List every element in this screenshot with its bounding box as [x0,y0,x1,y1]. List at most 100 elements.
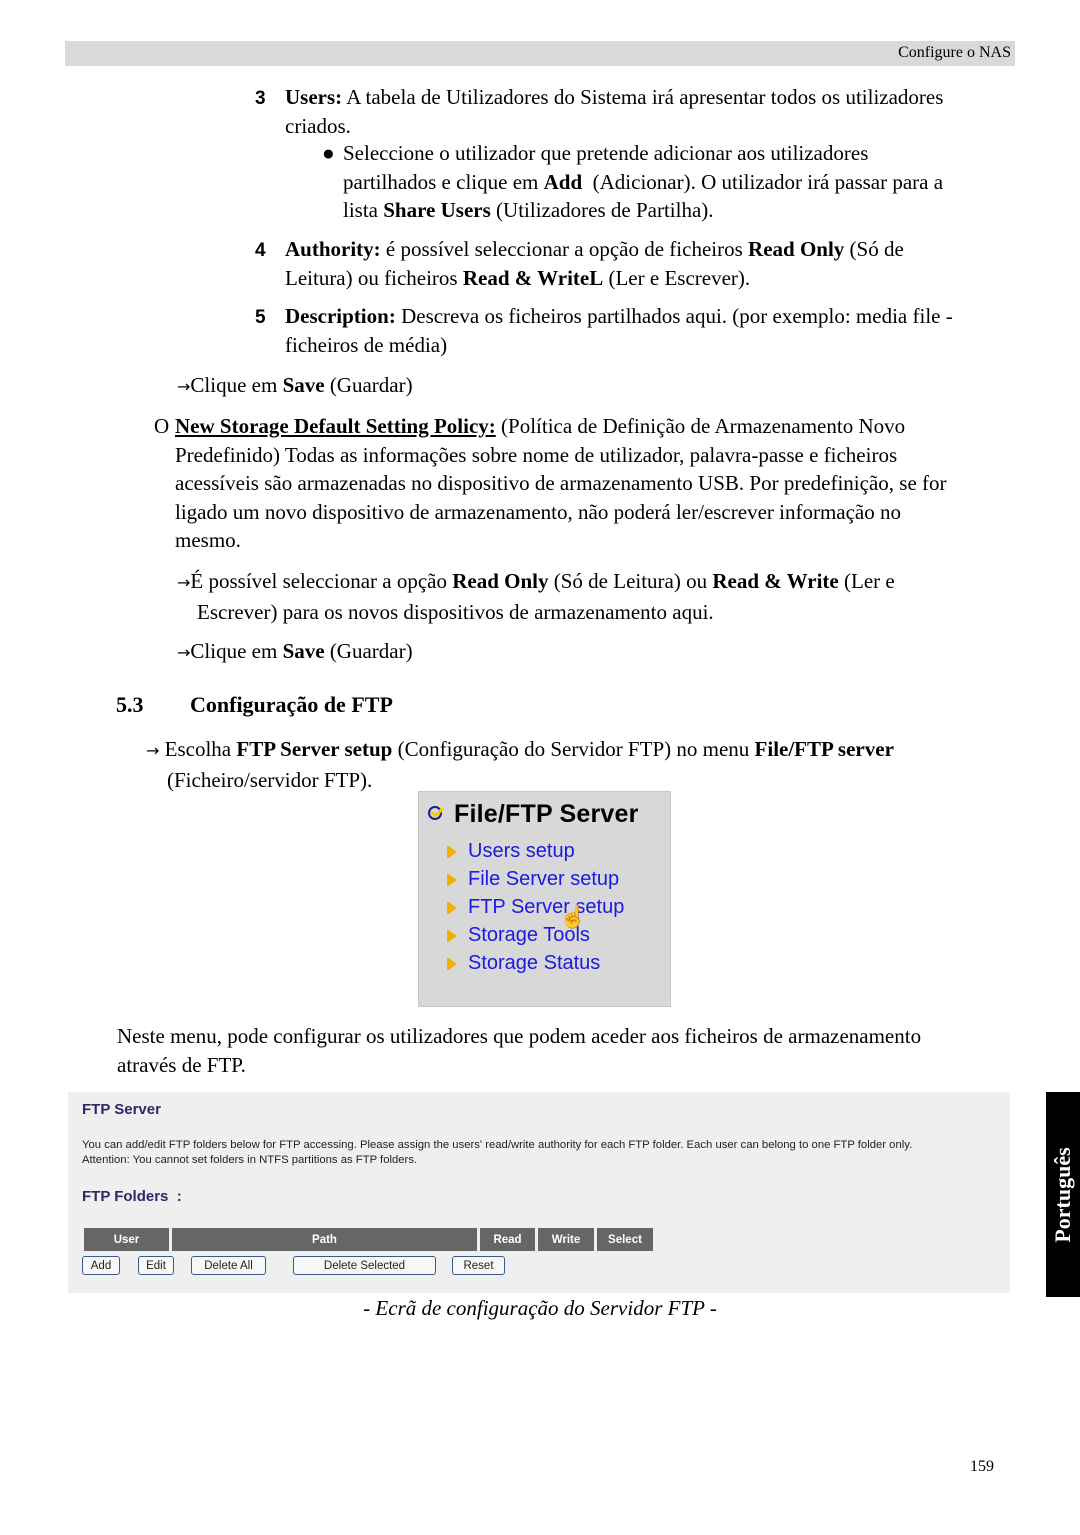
arrow-icon: → [177,573,191,592]
delete-all-button[interactable]: Delete All [191,1256,266,1275]
bullet-line: (Adicionar). O utilizador irá passar par… [582,169,944,194]
choose-instruction: → Escolha FTP Server setup (Configuração… [146,735,894,794]
menu-item-storage-status[interactable]: Storage Status [447,952,600,975]
add-button[interactable]: Add [82,1256,120,1275]
ftp-server-title: FTP Server [82,1101,161,1118]
circle-bullet-icon: O [154,414,170,438]
menu-item-users-setup[interactable]: Users setup [447,840,575,863]
instruction-text: (Guardar) [324,639,413,663]
column-header-user: User [84,1228,169,1251]
column-header-select: Select [597,1228,653,1251]
item-text: criados. [285,113,351,138]
instruction-text: Escolha [159,737,237,761]
bold-term: Save [282,373,325,397]
item-users: 3 [255,83,266,114]
instruction-text: Clique em [190,639,283,663]
menu-item-file-server-setup[interactable]: File Server setup [447,868,619,891]
policy-paragraph: New Storage Default Setting Policy: (Pol… [175,412,947,555]
menu-item-label: FTP Server setup [468,896,625,918]
policy-text: acessíveis são armazenadas no dispositiv… [175,471,947,495]
arrow-right-icon [447,900,457,915]
item-users-text: Users: A tabela de Utilizadores do Siste… [285,83,943,140]
arrow-right-icon [447,956,457,971]
bold-term: FTP Server setup [236,737,393,761]
bold-term: Add [543,169,583,194]
hand-cursor-icon: ☝ [559,904,587,929]
item-text: (Ler e Escrever). [603,265,751,290]
policy-text: ligado um novo dispositivo de armazename… [175,499,901,524]
policy-text: Predefinido) Todas as informações sobre … [175,442,898,467]
menu-item-label: Users setup [468,840,575,862]
item-text: (Só de [844,237,904,261]
instruction-text: Clique em [190,373,283,397]
bullet-icon: ● [322,141,335,165]
policy-text: (Só de Leitura) ou [548,569,713,593]
menu-item-ftp-server-setup[interactable]: FTP Server setup [447,896,624,919]
instruction-text: (Configuração do Servidor FTP) no menu [392,737,755,761]
instruction-text: (Guardar) [324,373,413,397]
item-description: 5 [255,302,266,333]
item-number: 4 [255,240,266,261]
delete-selected-button[interactable]: Delete Selected [293,1256,436,1275]
ftp-description: You can add/edit FTP folders below for F… [82,1138,912,1168]
intro-text: através de FTP. [117,1052,246,1077]
policy-text: mesmo. [175,528,241,552]
intro-paragraph: Neste menu, pode configurar os utilizado… [117,1022,921,1079]
column-header-read: Read [480,1228,535,1251]
bold-term: Save [282,639,325,663]
menu-item-label: Storage Status [468,952,601,974]
reset-button[interactable]: Reset [452,1256,505,1275]
item-text: A tabela de Utilizadores do Sistema irá … [342,85,944,109]
figure-caption: - Ecrã de configuração do Servidor FTP - [363,1296,717,1320]
bold-term: Read & WriteL [462,265,604,290]
bullet-line: partilhados e clique em [343,169,544,194]
section-number: 5.3 [116,692,144,717]
item-label: Description: [285,304,396,328]
menu-item-label: File Server setup [468,868,620,890]
item-number: 5 [255,307,266,328]
ftp-server-panel: FTP Server You can add/edit FTP folders … [68,1092,1010,1293]
arrow-right-icon [447,844,457,859]
item-number: 3 [255,88,266,109]
ftp-description-line: You can add/edit FTP folders below for F… [82,1139,913,1151]
item-text: é possível seleccionar a opção de fichei… [380,237,749,261]
instruction-text: (Ficheiro/servidor FTP). [167,767,373,792]
item-text: Descreva os ficheiros partilhados aqui. … [395,304,953,328]
policy-text: Escrever) para os novos dispositivos de … [197,599,714,624]
bold-term: Read Only [748,237,845,261]
ftp-folders-title: FTP Folders : [82,1188,182,1205]
edit-button[interactable]: Edit [138,1256,174,1275]
bold-term: Read & Write [712,569,839,593]
running-header: Configure o NAS [65,41,1015,66]
column-header-write: Write [538,1228,594,1251]
intro-text: Neste menu, pode configurar os utilizado… [117,1024,922,1048]
save-instruction: →Clique em Save (Guardar) [177,371,413,402]
item-description-text: Description: Descreva os ficheiros parti… [285,302,953,359]
arrow-right-icon [447,928,457,943]
bullet-line: lista [343,198,384,222]
arrow-right-icon [447,872,457,887]
policy-text: (Política de Definição de Armazenamento … [495,414,906,438]
item-text: ficheiros de média) [285,332,448,357]
item-text: Leitura) ou ficheiros [285,265,463,290]
menu-title: File/FTP Server [454,800,639,828]
page-number: 159 [970,1458,994,1475]
item-authority-text: Authority: é possível seleccionar a opçã… [285,235,904,292]
policy-text: É possível seleccionar a opção [190,569,453,593]
ftp-attention-line: Attention: You cannot set folders in NTF… [82,1154,418,1166]
arrow-icon: → [146,741,160,760]
bullet-line: (Utilizadores de Partilha). [490,198,714,222]
file-ftp-server-menu: File/FTP Server Users setup File Server … [418,791,671,1007]
checkmark-circle-icon [428,806,442,820]
item-label: Authority: [285,237,381,261]
bold-term: Read Only [452,569,549,593]
policy-option: →É possível seleccionar a opção Read Onl… [177,567,895,626]
bold-term: File/FTP server [754,737,894,761]
save-instruction: →Clique em Save (Guardar) [177,637,413,668]
language-side-tab: Português [1046,1092,1080,1297]
arrow-icon: → [177,377,191,396]
policy-label: New Storage Default Setting Policy: [175,414,496,438]
bullet-text: Seleccione o utilizador que pretende adi… [343,139,943,225]
section-title: Configuração de FTP [190,692,393,717]
item-label: Users: [285,85,343,109]
